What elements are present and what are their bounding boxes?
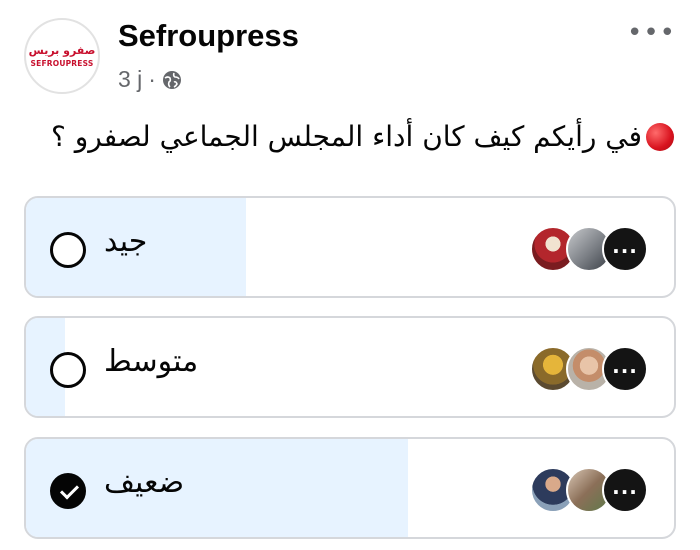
poll-option[interactable]: جيد ... — [24, 196, 676, 298]
question-text: في رأيكم كيف كان أداء المجلس الجماعي لصف… — [51, 120, 642, 153]
post-question: في رأيكم كيف كان أداء المجلس الجماعي لصف… — [51, 120, 674, 153]
red-circle-icon — [646, 122, 674, 151]
voter-avatars[interactable]: ... — [530, 346, 648, 392]
more-voters-icon: ... — [602, 226, 648, 272]
more-voters-icon: ... — [602, 467, 648, 513]
radio-button-checked[interactable] — [50, 473, 86, 509]
poll-option[interactable]: متوسط ... — [24, 316, 676, 418]
option-label: متوسط — [104, 344, 199, 379]
page-name-link[interactable]: Sefroupress — [118, 18, 299, 54]
voter-avatars[interactable]: ... — [530, 467, 648, 513]
voter-avatars[interactable]: ... — [530, 226, 648, 272]
poll-option[interactable]: ضعيف ... — [24, 437, 676, 539]
logo-latin-text: SEFROUPRESS — [30, 58, 94, 68]
checkmark-icon — [59, 480, 80, 500]
meta-separator: · — [148, 66, 156, 92]
radio-button[interactable] — [50, 352, 86, 388]
globe-icon — [162, 70, 181, 89]
radio-button[interactable] — [50, 232, 86, 268]
more-options-icon[interactable]: ••• — [627, 20, 676, 46]
post-meta: 3 j · — [118, 66, 182, 93]
post-timestamp[interactable]: 3 j — [118, 66, 142, 93]
more-voters-icon: ... — [602, 346, 648, 392]
option-label: ضعيف — [104, 465, 185, 500]
logo-arabic-text: صفرو بريس — [28, 43, 96, 57]
page-avatar-logo[interactable]: صفرو بريس SEFROUPRESS — [24, 18, 100, 94]
option-label: جيد — [104, 224, 148, 259]
